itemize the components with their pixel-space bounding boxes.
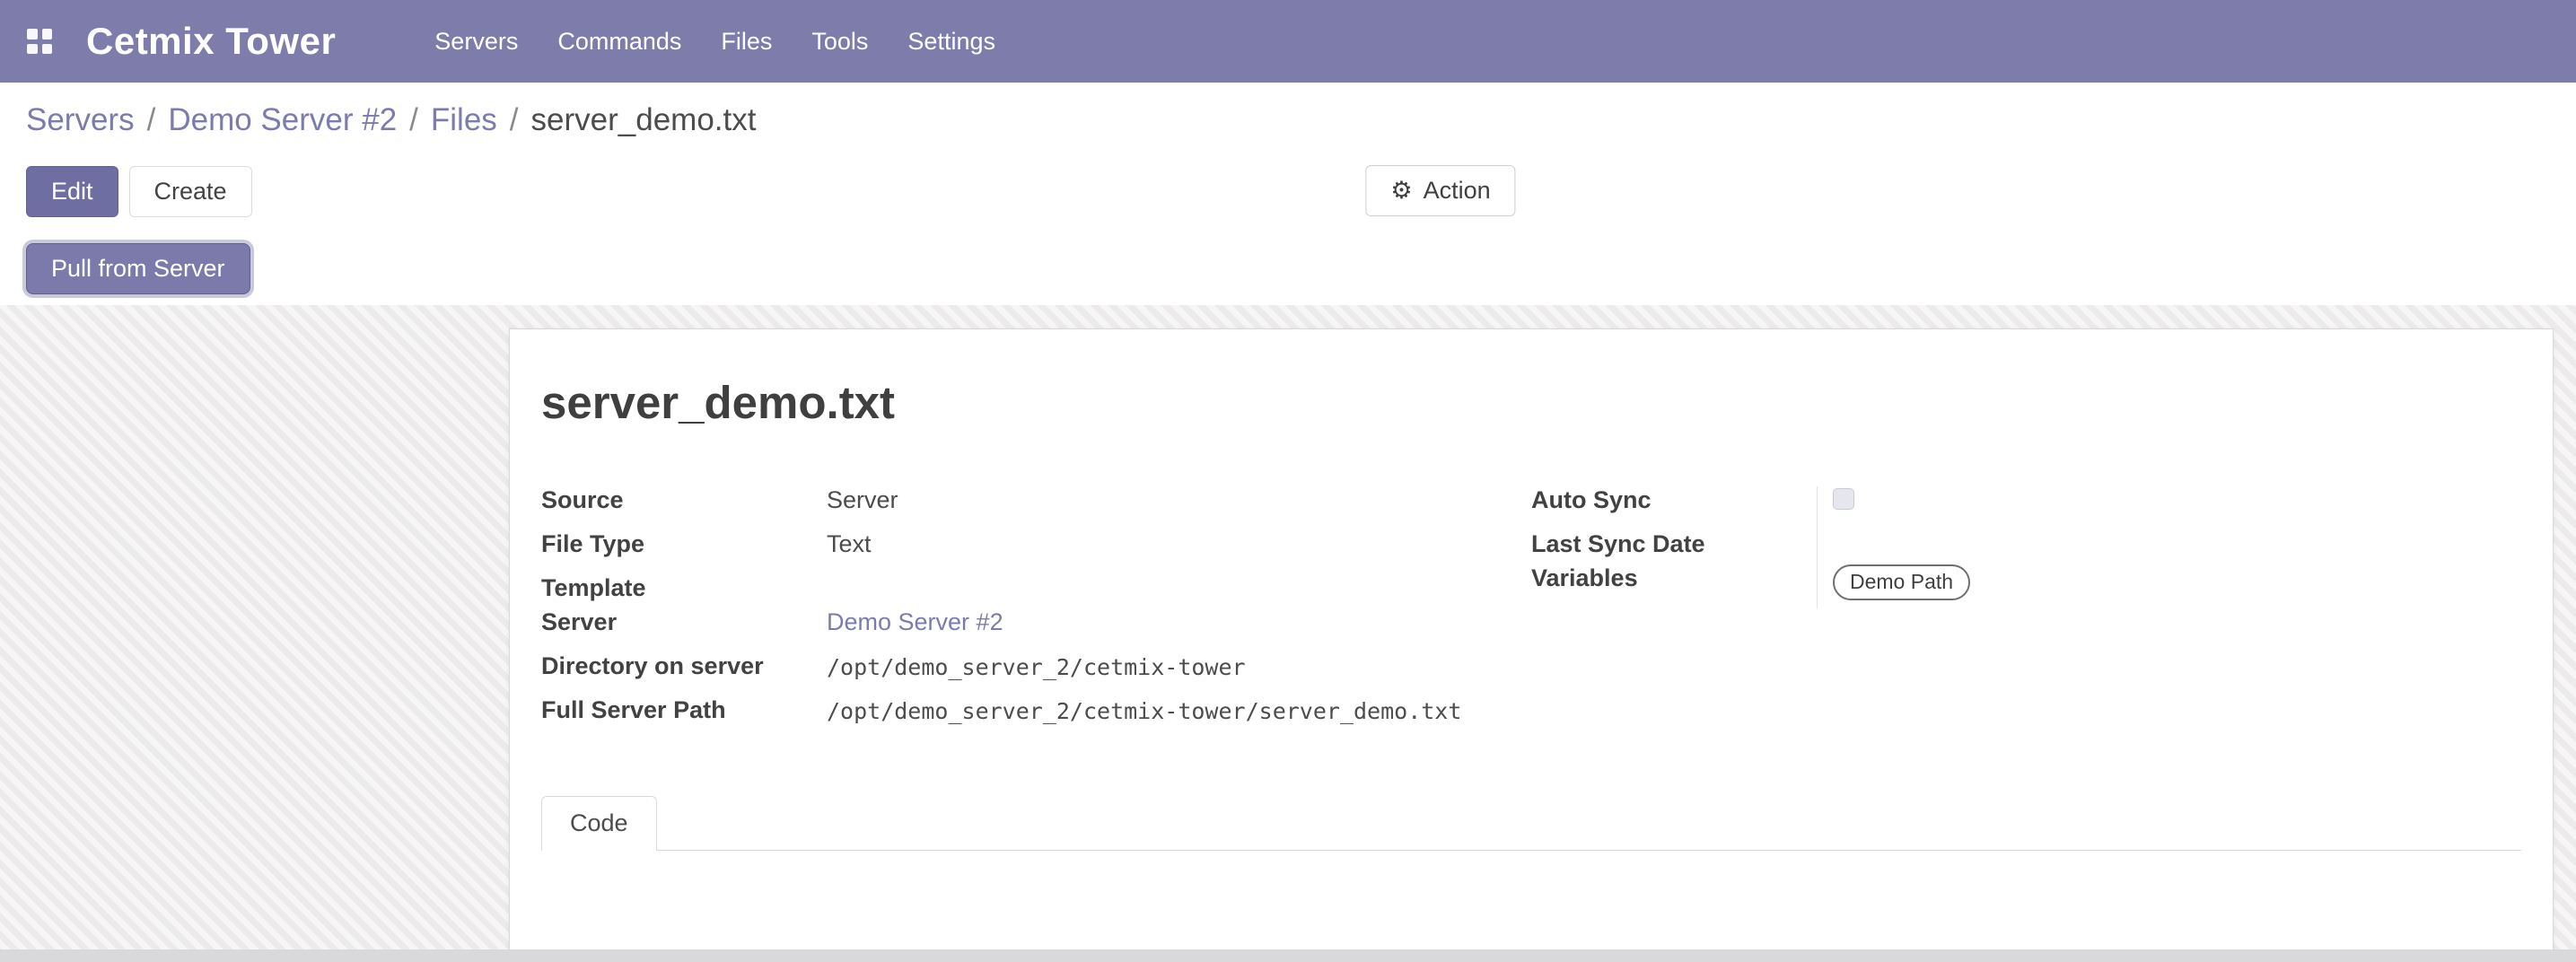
left-field-group: Source Server File Type Text Template Se… [541,486,1531,740]
menu-item-commands[interactable]: Commands [556,22,683,61]
apps-grid-square [42,29,53,39]
apps-grid-square [27,29,38,39]
window-bottom-edge [0,949,2576,962]
field-value-auto-sync [1817,486,2521,530]
field-label-source: Source [541,486,827,530]
top-navbar: Cetmix Tower Servers Commands Files Tool… [0,0,2576,83]
apps-grid-square [42,44,53,55]
action-menu-label: Action [1424,179,1491,203]
breadcrumb-separator: / [147,102,156,138]
field-label-auto-sync: Auto Sync [1531,486,1817,530]
apps-grid-square [27,44,38,55]
field-label-full-path: Full Server Path [541,696,827,740]
menu-item-servers[interactable]: Servers [433,22,520,61]
field-value-file-type: Text [827,530,1531,574]
breadcrumb-separator: / [409,102,418,138]
apps-grid-icon[interactable] [27,29,52,54]
field-label-file-type: File Type [541,530,827,574]
field-label-variables: Variables [1531,564,1817,608]
field-value-variables: Demo Path [1817,564,2521,608]
field-value-source: Server [827,486,1531,530]
create-button[interactable]: Create [129,166,252,217]
tab-code[interactable]: Code [541,796,657,851]
action-menu-button[interactable]: ⚙ Action [1365,165,1515,216]
menu-item-tools[interactable]: Tools [810,22,870,61]
field-value-directory: /opt/demo_server_2/cetmix-tower [827,652,1531,696]
actions-row: Edit Create ⚙ Action [26,165,2550,217]
breadcrumb-current: server_demo.txt [531,102,757,138]
field-label-directory: Directory on server [541,652,827,696]
breadcrumb-link-files[interactable]: Files [431,102,497,138]
form-sheet: server_demo.txt Source Server File Type … [509,328,2554,953]
field-value-full-path: /opt/demo_server_2/cetmix-tower/server_d… [827,696,1531,740]
tab-content-code [541,851,2521,953]
pull-from-server-button[interactable]: Pull from Server [26,243,250,294]
field-value-last-sync-date [1817,530,2521,564]
field-label-template: Template [541,574,827,608]
breadcrumb-link-demo-server[interactable]: Demo Server #2 [168,102,397,138]
right-field-group: Auto Sync Last Sync Date Variables Demo … [1531,486,2521,740]
gear-icon: ⚙ [1390,179,1412,203]
control-panel: Servers / Demo Server #2 / Files / serve… [0,83,2576,305]
main-menu: Servers Commands Files Tools Settings [433,22,997,61]
auto-sync-checkbox[interactable] [1833,488,1854,510]
form-view-background: server_demo.txt Source Server File Type … [0,305,2576,962]
breadcrumb-separator: / [510,102,519,138]
menu-item-files[interactable]: Files [719,22,774,61]
tab-header: Code [541,796,2521,851]
field-value-server: Demo Server #2 [827,608,1531,652]
variable-tag-demo-path: Demo Path [1833,564,1970,600]
pull-row: Pull from Server [26,242,2550,294]
edit-button[interactable]: Edit [26,166,118,217]
menu-item-settings[interactable]: Settings [906,22,997,61]
record-title: server_demo.txt [541,376,2521,429]
field-label-server: Server [541,608,827,652]
notebook: Code [541,796,2521,953]
field-label-last-sync-date: Last Sync Date [1531,530,1817,564]
field-value-template [827,574,1531,608]
field-groups: Source Server File Type Text Template Se… [541,486,2521,740]
breadcrumb-link-servers[interactable]: Servers [26,102,135,138]
breadcrumb: Servers / Demo Server #2 / Files / serve… [26,101,2550,140]
app-brand-title[interactable]: Cetmix Tower [86,20,336,63]
server-record-link[interactable]: Demo Server #2 [827,608,1003,636]
